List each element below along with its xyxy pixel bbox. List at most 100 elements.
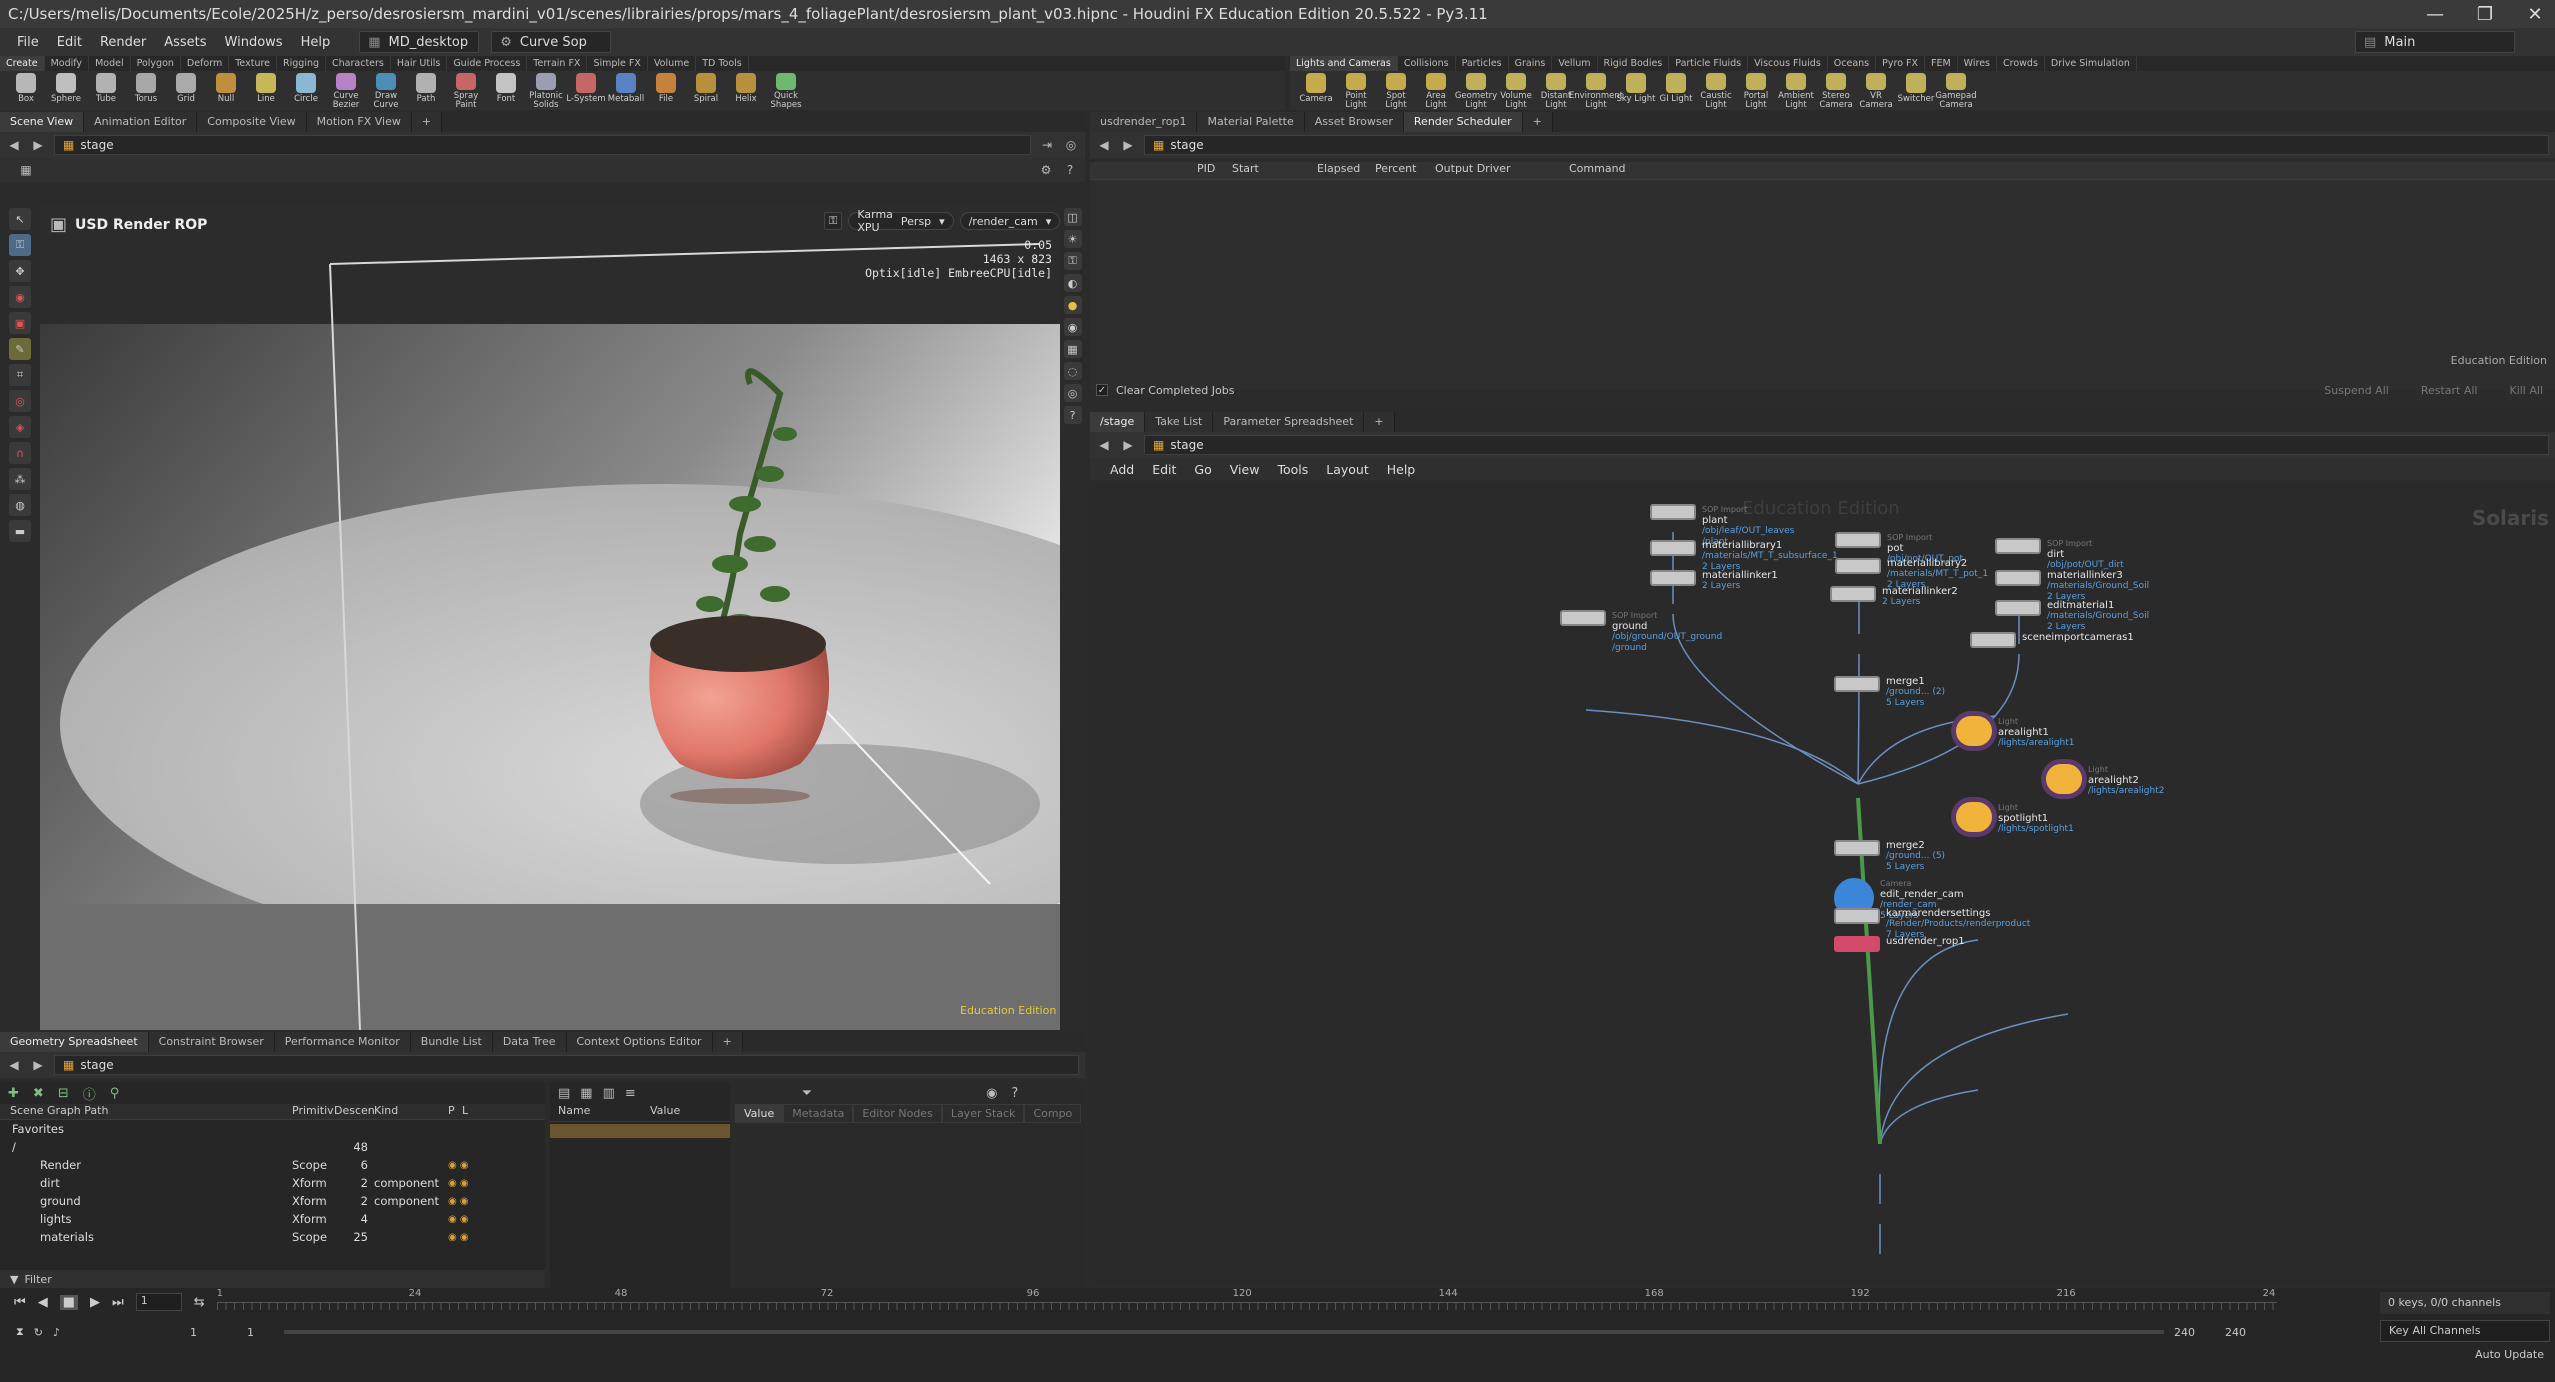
network-menu-item[interactable]: Tools	[1277, 462, 1308, 477]
range-start[interactable]: 1	[190, 1326, 197, 1339]
context-select[interactable]: ⚙ Curve Sop	[491, 31, 612, 53]
tool-button[interactable]: Platonic Solids	[526, 71, 566, 110]
tool-button[interactable]: Volume Light	[1496, 71, 1536, 110]
lock-icon[interactable]: ⚿	[1063, 252, 1082, 270]
forward-icon[interactable]: ▶	[30, 1057, 46, 1073]
shelf-tab[interactable]: Particle Fluids	[1669, 56, 1749, 71]
range-end-2[interactable]: 240	[2225, 1326, 2246, 1339]
network-menu-item[interactable]: Help	[1387, 462, 1416, 477]
table-row[interactable]: dirt Xform 2 component ◉ ◉	[0, 1174, 545, 1192]
network-menu-item[interactable]: Edit	[1152, 462, 1176, 477]
visibility-icon[interactable]: ◉ ◉	[448, 1214, 469, 1225]
tool-button[interactable]: Line	[246, 71, 286, 110]
visibility-icon[interactable]: ◎	[1063, 384, 1082, 402]
menu-windows[interactable]: Windows	[216, 35, 292, 50]
right-desktop-select[interactable]: ▤ Main	[2355, 31, 2515, 53]
shelf-tab[interactable]: Drive Simulation	[2045, 56, 2137, 71]
ghost-icon[interactable]: ◌	[1063, 362, 1082, 380]
view-icon[interactable]: ◎	[9, 390, 31, 412]
tool-button[interactable]: L-System	[566, 71, 606, 110]
tool-button[interactable]: Quick Shapes	[766, 71, 806, 110]
step-icon[interactable]: ⇆	[194, 1295, 205, 1310]
back-icon[interactable]: ◀	[1096, 437, 1112, 453]
help-icon[interactable]: ?	[1011, 1086, 1018, 1101]
tool-button[interactable]: Portal Light	[1736, 71, 1776, 110]
pose-icon[interactable]: ⌗	[9, 364, 31, 386]
tool-button[interactable]: Box	[6, 71, 46, 110]
columns-icon[interactable]: ▥	[603, 1086, 615, 1101]
col-p[interactable]: P	[448, 1104, 462, 1119]
table-row[interactable]: / 48	[0, 1138, 545, 1156]
menu-assets[interactable]: Assets	[155, 35, 215, 50]
scale-icon[interactable]: ▣	[9, 312, 31, 334]
network-node[interactable]: Light arealight2/lights/arealight2	[2046, 764, 2164, 797]
network-node[interactable]: materiallinker2 2 Layers	[1830, 586, 1958, 608]
tool-button[interactable]: Spray Paint	[446, 71, 486, 110]
pane-tab[interactable]: /stage	[1090, 412, 1146, 432]
shelf-tab[interactable]: Crowds	[1997, 56, 2045, 71]
timeline-ruler[interactable]: 1 24 48 72 96 120 144 168 192 216 24	[216, 1288, 2277, 1312]
filter-icon[interactable]: ⏷	[802, 1086, 812, 1101]
pane-tab[interactable]: Constraint Browser	[148, 1032, 275, 1052]
visibility-icon[interactable]: ◉ ◉	[448, 1232, 469, 1243]
pane-tab[interactable]: Performance Monitor	[274, 1032, 411, 1052]
inspector-tab[interactable]: Metadata	[783, 1104, 854, 1123]
clear-completed-checkbox[interactable]: ✓	[1096, 384, 1108, 396]
gear-icon[interactable]: ⚙	[1038, 162, 1054, 178]
shelf-tab[interactable]: Modify	[45, 56, 90, 71]
network-node[interactable]: merge2/ground... (5) 5 Layers	[1834, 840, 1945, 873]
col-name[interactable]: Name	[550, 1104, 650, 1121]
shelf-tab[interactable]: Rigid Bodies	[1598, 56, 1670, 71]
info-icon[interactable]: ⓘ	[83, 1084, 96, 1103]
shelf-tab[interactable]: FEM	[1925, 56, 1958, 71]
tool-button[interactable]: File	[646, 71, 686, 110]
shelf-tab[interactable]: Vellum	[1552, 56, 1598, 71]
shelf-tab[interactable]: Guide Process	[447, 56, 528, 71]
visibility-icon[interactable]: ◉ ◉	[448, 1160, 469, 1171]
forward-icon[interactable]: ▶	[1120, 437, 1136, 453]
col-elapsed[interactable]: Elapsed	[1317, 162, 1375, 179]
step-back-icon[interactable]: ◀	[38, 1295, 48, 1310]
tool-button[interactable]: Spot Light	[1376, 71, 1416, 110]
grid-icon[interactable]: ▦	[1063, 340, 1082, 358]
rows-icon[interactable]: ≡	[625, 1086, 636, 1101]
key-all-channels[interactable]: Key All Channels	[2380, 1320, 2550, 1342]
shelf-tab[interactable]: Texture	[229, 56, 278, 71]
pin-icon[interactable]: ⇥	[1039, 137, 1055, 153]
network-menu-item[interactable]: View	[1230, 462, 1260, 477]
realtime-icon[interactable]: ⧗	[16, 1325, 24, 1339]
tool-button[interactable]: Curve Bezier	[326, 71, 366, 110]
network-node[interactable]: materiallinker3/materials/Ground_Soil 2 L…	[1995, 570, 2149, 603]
attr-selected-row[interactable]	[550, 1124, 730, 1138]
restart-all-button[interactable]: Restart All	[2409, 384, 2490, 397]
col-start[interactable]: Start	[1232, 162, 1317, 179]
move-icon[interactable]: ✥	[9, 260, 31, 282]
suspend-all-button[interactable]: Suspend All	[2312, 384, 2401, 397]
lock-icon[interactable]: ⚿	[9, 234, 31, 256]
tool-button[interactable]: Area Light	[1416, 71, 1456, 110]
render-region-icon[interactable]: ◍	[9, 494, 31, 516]
shelf-tab[interactable]: Viscous Fluids	[1748, 56, 1828, 71]
search-icon[interactable]: ⚲	[110, 1086, 120, 1101]
network-node[interactable]: merge1/ground... (2) 5 Layers	[1834, 676, 1945, 709]
tool-button[interactable]: Helix	[726, 71, 766, 110]
forward-icon[interactable]: ▶	[30, 137, 46, 153]
link-icon[interactable]: ◎	[1063, 137, 1079, 153]
close-icon[interactable]: ✕	[2505, 0, 2555, 28]
network-node[interactable]: Light arealight1/lights/arealight1	[1956, 716, 2074, 749]
add-tab-icon[interactable]: +	[1364, 412, 1395, 432]
pane-tab[interactable]: Motion FX View	[306, 112, 412, 132]
camera-icon[interactable]: ◉	[1063, 318, 1082, 336]
camera-icon[interactable]: ◉	[986, 1086, 997, 1101]
tool-button[interactable]: Grid	[166, 71, 206, 110]
shelf-tab[interactable]: Lights and Cameras	[1290, 56, 1398, 71]
menu-file[interactable]: File	[8, 35, 48, 50]
play-icon[interactable]: ▶	[90, 1295, 100, 1310]
kill-all-button[interactable]: Kill All	[2497, 384, 2555, 397]
light-icon[interactable]: ☀	[1063, 230, 1082, 248]
network-node[interactable]: Light spotlight1/lights/spotlight1	[1956, 802, 2074, 835]
back-icon[interactable]: ◀	[6, 1057, 22, 1073]
pane-tab[interactable]: Scene View	[0, 112, 85, 132]
tool-button[interactable]: Draw Curve	[366, 71, 406, 110]
camera-menu[interactable]: /render_cam ▾	[959, 212, 1060, 230]
